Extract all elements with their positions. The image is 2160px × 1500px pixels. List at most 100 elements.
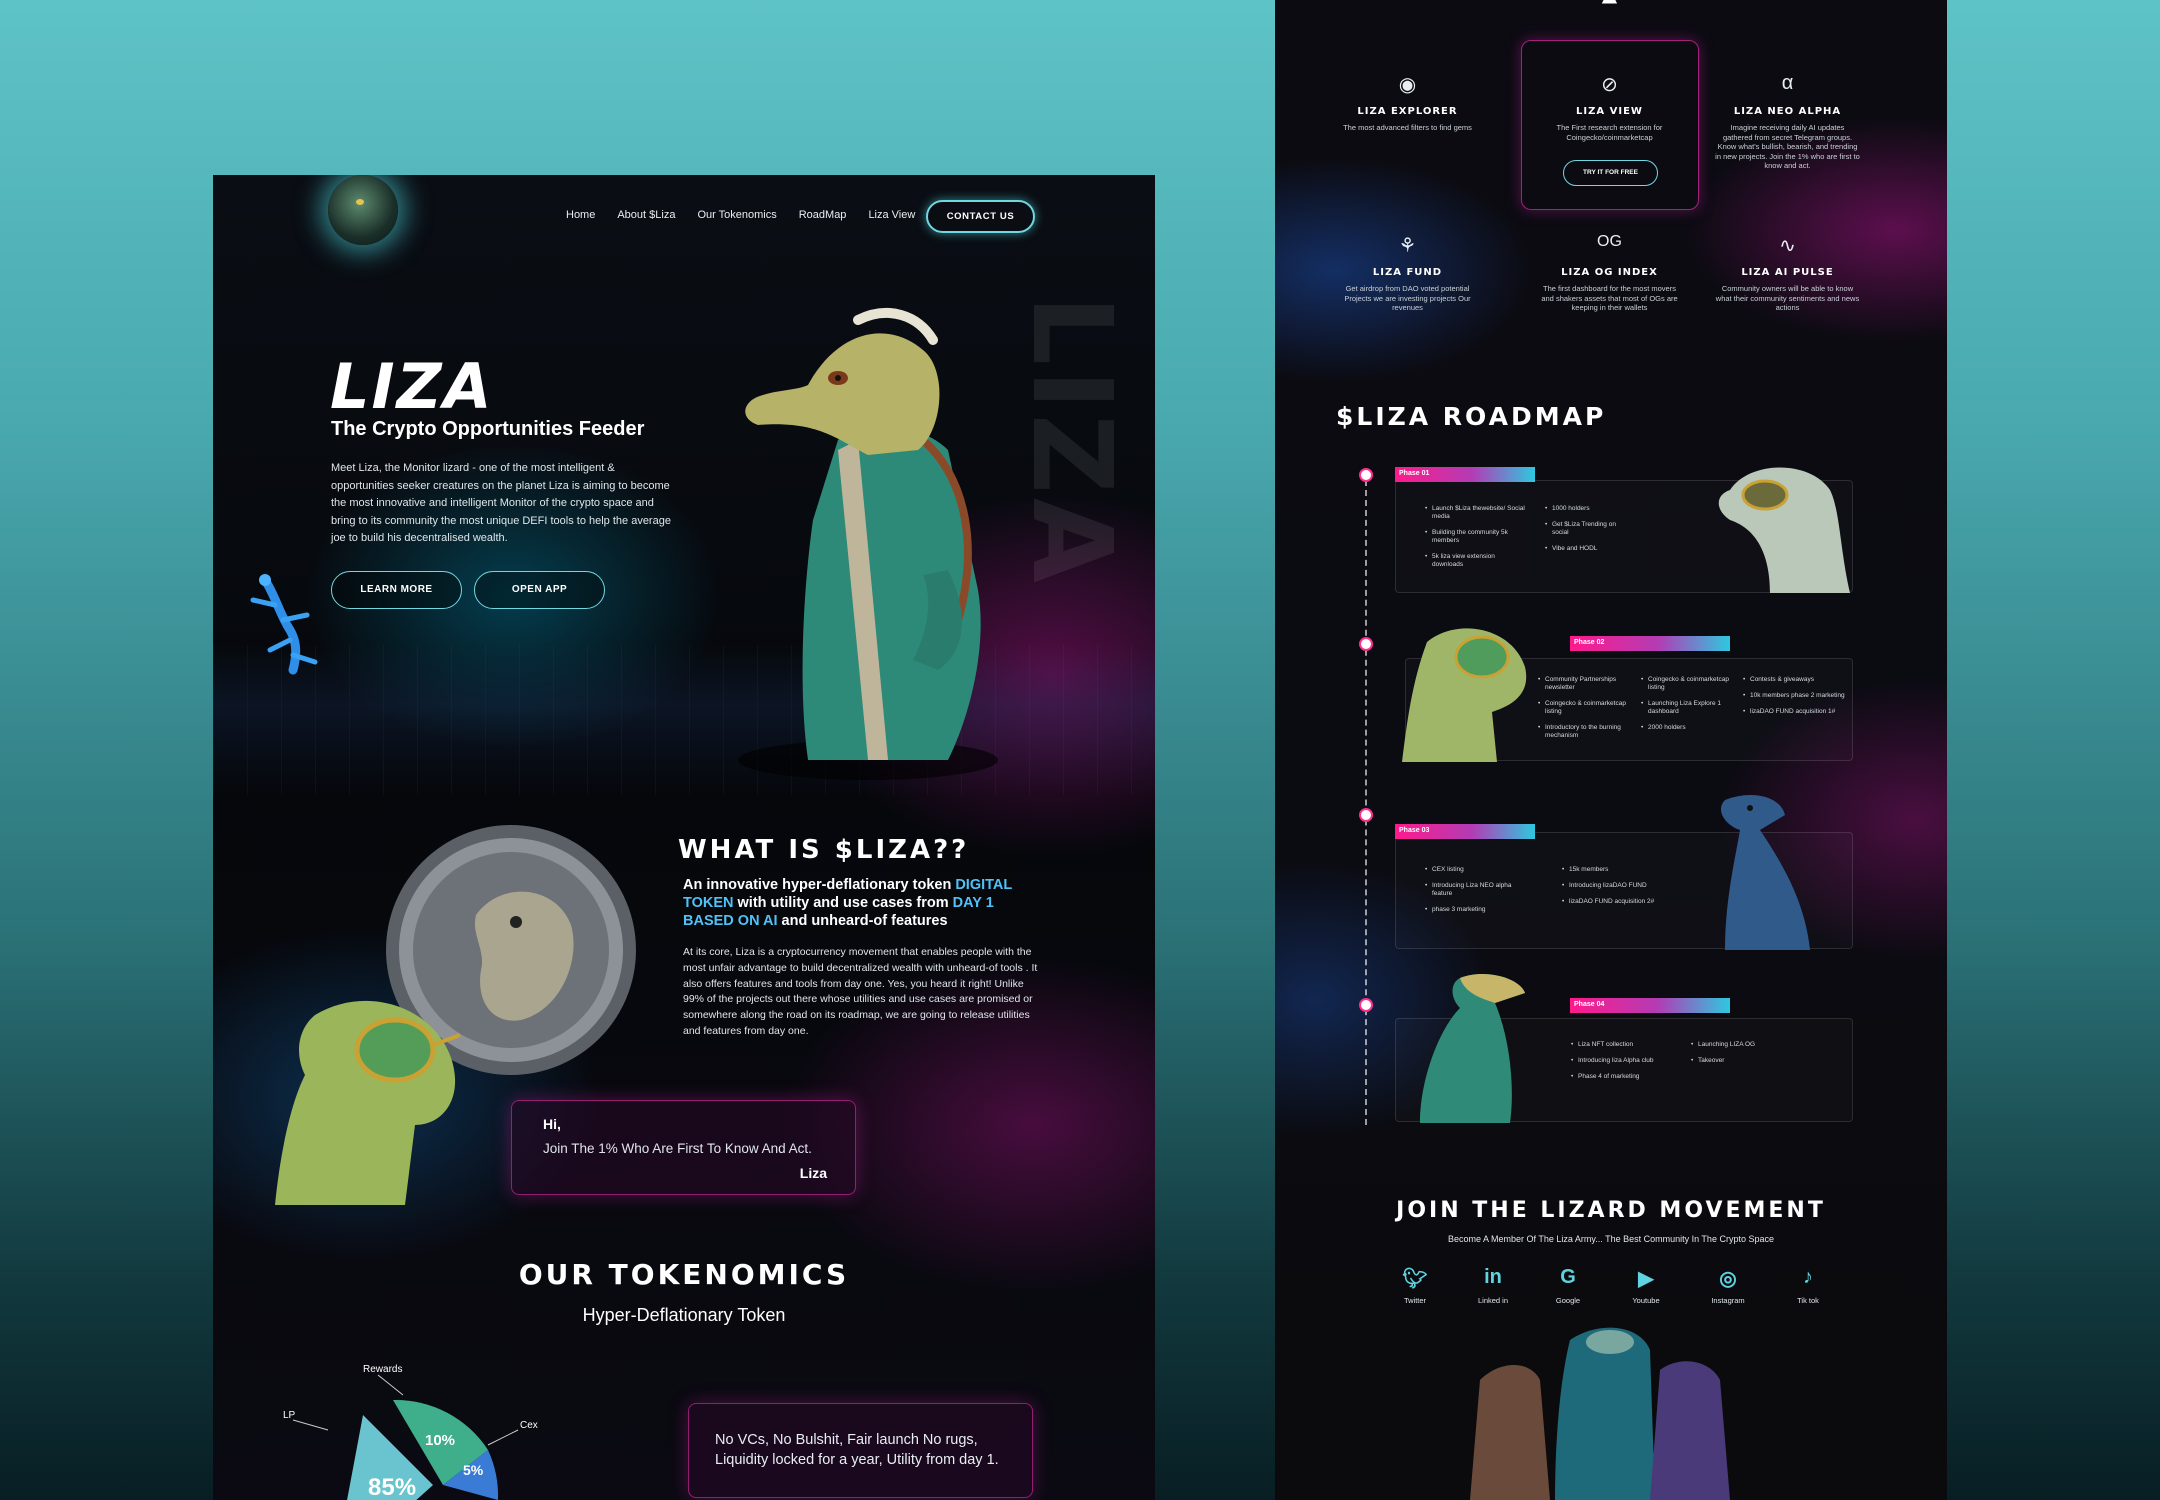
feature-name: LIZA AI PULSE — [1741, 267, 1834, 278]
phase-4-tag: Phase 04 — [1570, 998, 1730, 1013]
list-item: lizaDAO FUND acquisition 1# — [1743, 708, 1848, 716]
nav-home[interactable]: Home — [566, 209, 595, 221]
list-item: lizaDAO FUND acquisition 2# — [1562, 898, 1667, 906]
nav-roadmap[interactable]: RoadMap — [799, 209, 847, 221]
rewards-value: 10% — [425, 1432, 455, 1449]
social-linkedin[interactable]: in Linked in — [1463, 1266, 1523, 1305]
rewards-label: Rewards — [363, 1364, 402, 1375]
phase-2-tag: Phase 02 — [1570, 636, 1730, 651]
list-item: phase 3 marketing — [1425, 906, 1525, 914]
feature-liza-fund[interactable]: ⚘ LIZA FUND Get airdrop from DAO voted p… — [1335, 233, 1480, 313]
feature-desc: The first dashboard for the most movers … — [1541, 284, 1678, 312]
tokenomics-subtitle: Hyper-Deflationary Token — [582, 1305, 786, 1325]
roadmap-lizard-3 — [1720, 795, 1810, 950]
google-icon: G — [1560, 1266, 1576, 1288]
features-title-cutoff: ▲ — [1275, 0, 1947, 6]
phase-4-list-a: Liza NFT collection Introducing liza Alp… — [1571, 1041, 1671, 1089]
social-label: Tik tok — [1797, 1296, 1819, 1305]
join-title: JOIN THE LIZARD MOVEMENT — [1396, 1198, 1826, 1223]
plant-icon: ⚘ — [1398, 235, 1417, 257]
eye-icon: ◉ — [1398, 74, 1417, 96]
list-item: Introducing lizaDAO FUND — [1562, 882, 1667, 890]
main-nav: Home About $Liza Our Tokenomics RoadMap … — [566, 209, 915, 221]
contact-button[interactable]: CONTACT US — [926, 200, 1035, 233]
phase-3-tag: Phase 03 — [1395, 824, 1535, 839]
phase-2-list-c: Contests & giveaways 10k members phase 2… — [1743, 676, 1848, 724]
feature-liza-neo-alpha[interactable]: α LIZA NEO ALPHA Imagine receiving daily… — [1715, 72, 1860, 171]
lp-label: LP — [283, 1410, 296, 1421]
feature-liza-og-index[interactable]: OG LIZA OG INDEX The first dashboard for… — [1537, 233, 1682, 313]
phase-1-list-b: 1000 holders Get $Liza Trending on socia… — [1545, 505, 1625, 561]
timeline-dot-phase-3 — [1359, 808, 1373, 822]
list-item: Coingecko & coinmarketcap listing — [1641, 676, 1736, 692]
list-item: Get $Liza Trending on social — [1545, 521, 1625, 537]
list-item: 10k members phase 2 marketing — [1743, 692, 1848, 700]
list-item: Coingecko & coinmarketcap listing — [1538, 700, 1633, 716]
timeline-dot-phase-2 — [1359, 637, 1373, 651]
social-twitter[interactable]: 🐦︎ Twitter — [1385, 1266, 1445, 1305]
open-app-button[interactable]: OPEN APP — [474, 571, 605, 609]
nav-tokenomics[interactable]: Our Tokenomics — [697, 209, 776, 221]
feature-liza-explorer[interactable]: ◉ LIZA EXPLORER The most advanced filter… — [1335, 72, 1480, 133]
tokenomics-title: OUR TOKENOMICS — [518, 1258, 850, 1291]
nav-about[interactable]: About $Liza — [617, 209, 675, 221]
instagram-icon: ◎ — [1719, 1268, 1737, 1290]
phase-1-list-a: Launch $Liza thewebsite/ Social media Bu… — [1425, 505, 1525, 577]
social-tiktok[interactable]: ♪ Tik tok — [1778, 1266, 1838, 1305]
landing-page-right: ▲ ◉ LIZA EXPLORER The most advanced filt… — [1275, 0, 1947, 1500]
nav-liza-view[interactable]: Liza View — [868, 209, 915, 221]
landing-page-left: Home About $Liza Our Tokenomics RoadMap … — [213, 175, 1155, 1500]
roadmap-lizard-2 — [1402, 628, 1527, 762]
feature-name: LIZA VIEW — [1576, 106, 1643, 117]
feature-name: LIZA OG INDEX — [1561, 267, 1658, 278]
list-item: CEX listing — [1425, 866, 1525, 874]
lizard-group-illustration — [1470, 1327, 1730, 1500]
social-label: Youtube — [1632, 1296, 1660, 1305]
list-item: Phase 4 of marketing — [1571, 1073, 1671, 1081]
social-label: Instagram — [1711, 1296, 1745, 1305]
phase-3-list-a: CEX listing Introducing Liza NEO alpha f… — [1425, 866, 1525, 922]
try-it-free-button[interactable]: TRY IT FOR FREE — [1563, 160, 1658, 186]
learn-more-button[interactable]: LEARN MORE — [331, 571, 462, 609]
timeline-dot-phase-4 — [1359, 998, 1373, 1012]
roadmap-title: $LIZA ROADMAP — [1336, 402, 1607, 431]
subtitle-part-1: An innovative hyper-deflationary token — [683, 877, 956, 893]
list-item: 15k members — [1562, 866, 1667, 874]
liza-logo[interactable] — [328, 175, 398, 245]
tiktok-icon: ♪ — [1803, 1266, 1813, 1288]
feature-name: LIZA FUND — [1372, 267, 1443, 278]
social-label: Linked in — [1477, 1296, 1509, 1305]
list-item: Launching LIZA OG — [1691, 1041, 1791, 1049]
feature-desc: The First research extension for Coingec… — [1556, 123, 1663, 142]
feature-liza-view[interactable]: ⊘ LIZA VIEW The First research extension… — [1537, 72, 1682, 142]
social-instagram[interactable]: ◎ Instagram — [1698, 1266, 1758, 1305]
list-item: Contests & giveaways — [1743, 676, 1848, 684]
subtitle-part-2: with utility and use cases from — [733, 895, 953, 911]
roadmap-lizard-1 — [1718, 467, 1850, 593]
lizard-with-sunglasses-illustration — [275, 1000, 461, 1205]
list-item: Takeover — [1691, 1057, 1791, 1065]
linkedin-icon: in — [1484, 1266, 1502, 1288]
join-one-percent-card: Hi, Join The 1% Who Are First To Know An… — [511, 1100, 856, 1195]
roadmap-lizard-4 — [1420, 973, 1525, 1123]
social-youtube[interactable]: ▶ Youtube — [1616, 1266, 1676, 1305]
feature-liza-ai-pulse[interactable]: ∿ LIZA AI PULSE Community owners will be… — [1715, 233, 1860, 313]
timeline-dot-phase-1 — [1359, 468, 1373, 482]
list-item: 1000 holders — [1545, 505, 1625, 513]
subtitle-part-3: and unheard-of features — [777, 913, 948, 929]
hi-greeting: Hi, — [543, 1116, 561, 1132]
hero-description: Meet Liza, the Monitor lizard - one of t… — [331, 462, 671, 544]
list-item: Launching Liza Explore 1 dashboard — [1641, 700, 1736, 716]
hi-card-text: Join The 1% Who Are First To Know And Ac… — [543, 1141, 812, 1156]
list-item: Liza NFT collection — [1571, 1041, 1671, 1049]
list-item: 2000 holders — [1641, 724, 1736, 732]
hero-subtitle: The Crypto Opportunities Feeder — [331, 418, 645, 440]
list-item: Launch $Liza thewebsite/ Social media — [1425, 505, 1525, 521]
list-item: Introducing liza Alpha club — [1571, 1057, 1671, 1065]
liza-vertical-watermark: LIZA — [1008, 295, 1136, 587]
social-label: Twitter — [1403, 1296, 1427, 1305]
tokenomics-info-card: No VCs, No Bulshit, Fair launch No rugs,… — [688, 1403, 1033, 1498]
social-google[interactable]: G Google — [1538, 1266, 1598, 1305]
phase-2-list-a: Community Partnerships newsletter Coinge… — [1538, 676, 1633, 748]
list-item: Community Partnerships newsletter — [1538, 676, 1633, 692]
